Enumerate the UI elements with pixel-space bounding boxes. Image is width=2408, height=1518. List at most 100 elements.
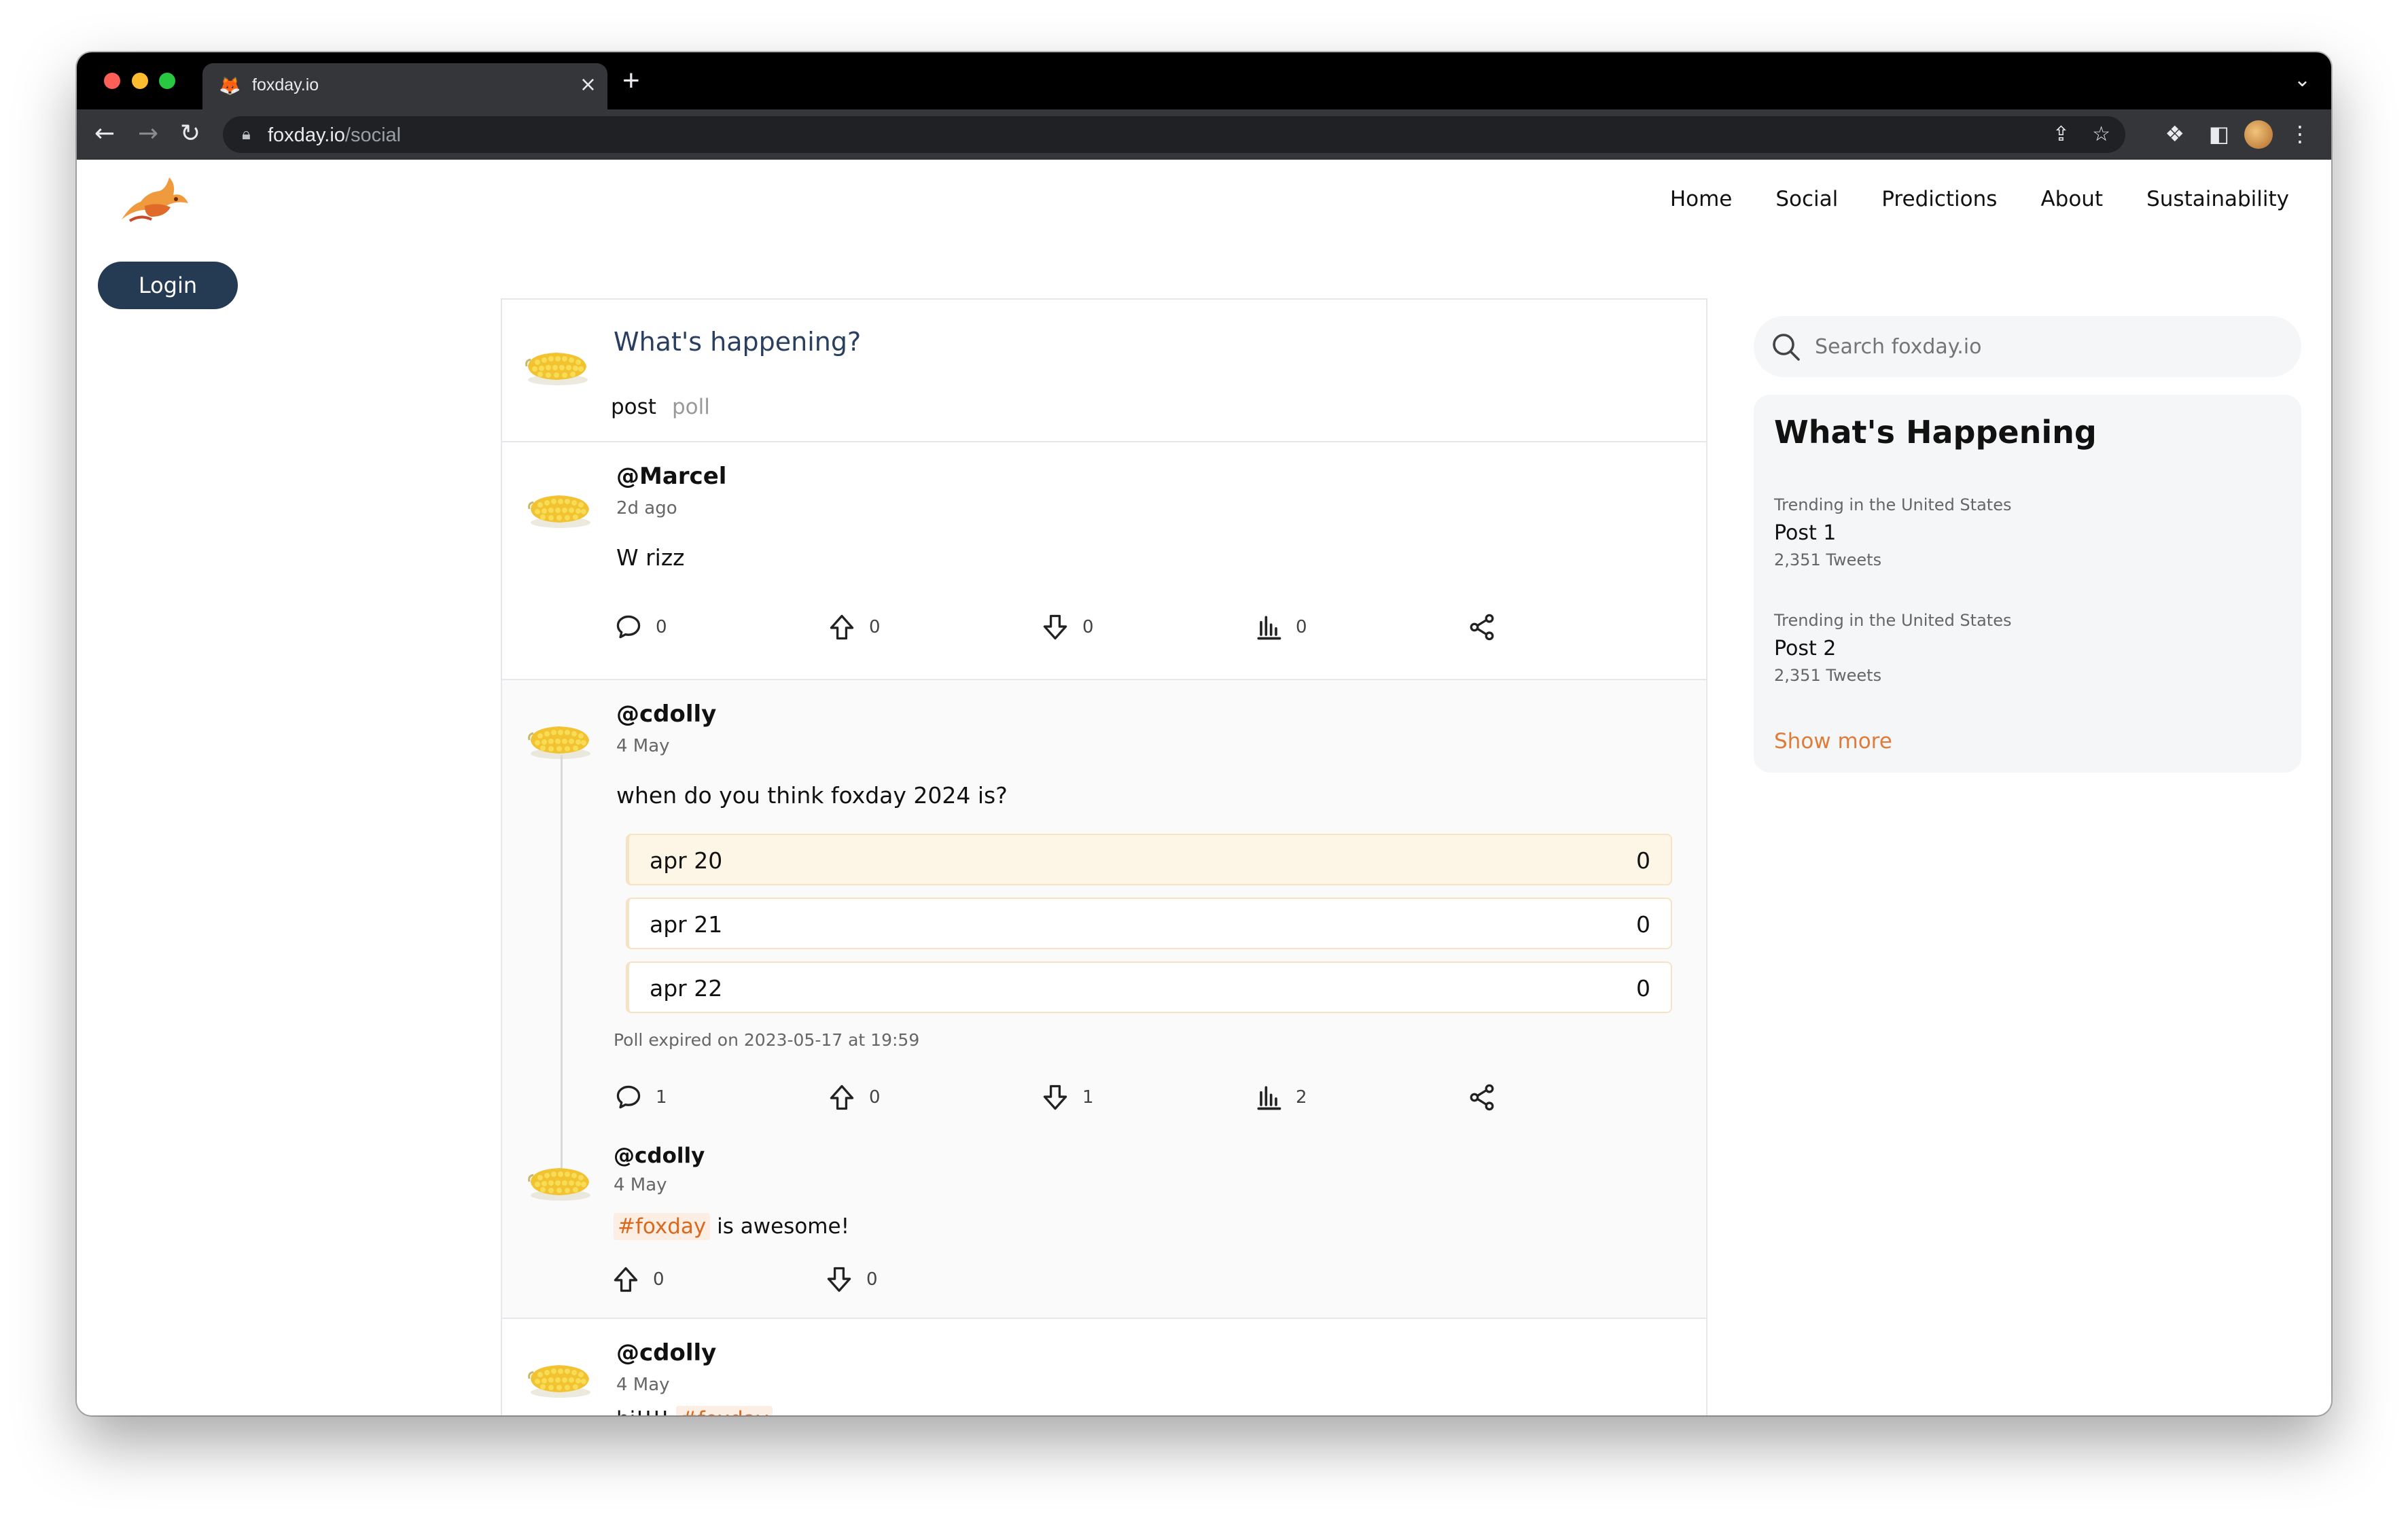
- feed-post-poll: @cdolly 4 May when do you think foxday 2…: [502, 680, 1706, 1319]
- maximize-window-button[interactable]: [159, 73, 175, 89]
- search-icon: [1773, 334, 1800, 361]
- new-tab-button[interactable]: +: [622, 66, 640, 96]
- minimize-window-button[interactable]: [132, 73, 148, 89]
- lock-icon[interactable]: 🔒︎: [242, 124, 251, 143]
- post-timestamp: 2d ago: [616, 498, 677, 518]
- downvote-count: 1: [1082, 1087, 1094, 1108]
- comment-count: 1: [656, 1087, 667, 1108]
- comment-button[interactable]: 1: [614, 1082, 667, 1112]
- address-bar[interactable]: 🔒︎ foxday.io/social ⇪ ☆: [223, 116, 2125, 153]
- post-author-handle[interactable]: @cdolly: [616, 1339, 716, 1366]
- downvote-button[interactable]: 1: [1040, 1082, 1094, 1112]
- views-button[interactable]: 0: [1254, 612, 1307, 642]
- browser-menu-icon[interactable]: ⋮: [2289, 120, 2311, 147]
- user-corn-avatar[interactable]: [525, 1339, 593, 1407]
- views-button[interactable]: 2: [1254, 1082, 1307, 1112]
- reload-icon[interactable]: ↻: [180, 120, 200, 147]
- poll-option[interactable]: apr 22 0: [626, 961, 1672, 1013]
- show-more-link[interactable]: Show more: [1774, 729, 1892, 754]
- upvote-count: 0: [653, 1269, 665, 1290]
- poll-option-label: apr 20: [650, 847, 723, 874]
- poll-option-label: apr 22: [650, 975, 723, 1002]
- browser-window: 🦊 foxday.io × + ⌄ ← → ↻ 🔒︎ foxday.io/soc…: [77, 52, 2331, 1415]
- poll-option[interactable]: apr 21 0: [626, 898, 1672, 949]
- reply-author-handle[interactable]: @cdolly: [614, 1144, 705, 1168]
- nav-link-sustainability[interactable]: Sustainability: [2146, 187, 2289, 211]
- panel-title: What's Happening: [1774, 414, 2097, 451]
- top-navigation: Home Social Predictions About Sustainabi…: [1670, 187, 2289, 211]
- browser-tab[interactable]: 🦊 foxday.io ×: [202, 63, 607, 109]
- tab-title: foxday.io: [252, 75, 319, 94]
- compose-mode-poll[interactable]: poll: [672, 395, 710, 419]
- post-timestamp: 4 May: [616, 1375, 670, 1395]
- browser-toolbar: ← → ↻ 🔒︎ foxday.io/social ⇪ ☆ ❖ ◧ ⋮: [77, 109, 2331, 160]
- views-count: 0: [1296, 617, 1307, 637]
- comment-count: 0: [656, 617, 667, 637]
- poll-option-count: 0: [1636, 975, 1650, 1002]
- search-box[interactable]: [1754, 316, 2301, 377]
- login-button[interactable]: Login: [98, 262, 238, 309]
- views-count: 2: [1296, 1087, 1307, 1108]
- share-page-icon[interactable]: ⇪: [2053, 123, 2070, 146]
- url-text[interactable]: foxday.io/social: [268, 124, 401, 147]
- share-button[interactable]: [1467, 612, 1497, 642]
- compose-input[interactable]: What's happening?: [614, 327, 861, 357]
- whats-happening-panel: What's Happening Trending in the United …: [1754, 395, 2301, 773]
- tab-close-icon[interactable]: ×: [580, 73, 597, 97]
- post-text: hi!!!! #foxday: [616, 1406, 773, 1415]
- profile-avatar[interactable]: [2244, 120, 2273, 149]
- nav-link-home[interactable]: Home: [1670, 187, 1733, 211]
- comment-button[interactable]: 0: [614, 612, 667, 642]
- user-corn-avatar[interactable]: [525, 701, 593, 769]
- trend-item[interactable]: Trending in the United States Post 1 2,3…: [1774, 495, 2011, 569]
- hashtag-link[interactable]: #foxday: [614, 1213, 711, 1240]
- nav-link-about[interactable]: About: [2040, 187, 2103, 211]
- user-corn-avatar[interactable]: [525, 1142, 593, 1210]
- back-arrow-icon[interactable]: ←: [94, 120, 115, 147]
- nav-link-social[interactable]: Social: [1775, 187, 1838, 211]
- nav-link-predictions[interactable]: Predictions: [1881, 187, 1997, 211]
- trend-topic: Post 2: [1774, 637, 1837, 660]
- trend-context: Trending in the United States: [1774, 495, 2012, 514]
- bookmark-star-icon[interactable]: ☆: [2092, 123, 2110, 146]
- reply-text: #foxday is awesome!: [614, 1213, 849, 1240]
- thread-connector-line: [561, 755, 563, 1176]
- search-input[interactable]: [1815, 330, 2277, 364]
- user-corn-avatar[interactable]: [525, 470, 593, 537]
- upvote-button[interactable]: 0: [827, 612, 881, 642]
- downvote-button[interactable]: 0: [1040, 612, 1094, 642]
- downvote-count: 0: [1082, 617, 1094, 637]
- trend-count: 2,351 Tweets: [1774, 550, 1882, 569]
- foxday-logo[interactable]: [118, 172, 196, 230]
- hashtag-link[interactable]: #foxday: [675, 1406, 773, 1415]
- upvote-button[interactable]: 0: [827, 1082, 881, 1112]
- compose-mode-post[interactable]: post: [611, 395, 656, 419]
- upvote-button[interactable]: 0: [611, 1265, 665, 1294]
- reply-timestamp: 4 May: [614, 1175, 667, 1195]
- comment-icon: [614, 1082, 643, 1112]
- share-button[interactable]: [1467, 1082, 1497, 1112]
- poll-option-count: 0: [1636, 847, 1650, 874]
- feed-post: @Marcel 2d ago W rizz 0 0 0 0: [502, 442, 1706, 680]
- trend-context: Trending in the United States: [1774, 611, 2012, 630]
- post-text: W rizz: [616, 544, 685, 571]
- trend-item[interactable]: Trending in the United States Post 2 2,3…: [1774, 611, 2011, 685]
- user-corn-avatar: [523, 327, 590, 395]
- downvote-arrow-icon: [824, 1265, 854, 1294]
- forward-arrow-icon[interactable]: →: [138, 120, 158, 147]
- bar-chart-icon: [1254, 612, 1283, 642]
- page-content: Login Home Social Predictions About Sust…: [77, 160, 2331, 1415]
- poll-option-count: 0: [1636, 911, 1650, 938]
- downvote-button[interactable]: 0: [824, 1265, 878, 1294]
- fox-favicon-icon: 🦊: [219, 76, 241, 96]
- post-author-handle[interactable]: @cdolly: [616, 701, 716, 728]
- post-author-handle[interactable]: @Marcel: [616, 463, 726, 490]
- side-panel-icon[interactable]: ◧: [2209, 120, 2229, 147]
- tab-search-chevron-icon[interactable]: ⌄: [2294, 70, 2311, 90]
- downvote-arrow-icon: [1040, 1082, 1070, 1112]
- poll-option[interactable]: apr 20 0: [626, 834, 1672, 885]
- close-window-button[interactable]: [104, 73, 120, 89]
- upvote-arrow-icon: [611, 1265, 641, 1294]
- share-icon: [1467, 612, 1497, 642]
- extensions-puzzle-icon[interactable]: ❖: [2165, 120, 2184, 147]
